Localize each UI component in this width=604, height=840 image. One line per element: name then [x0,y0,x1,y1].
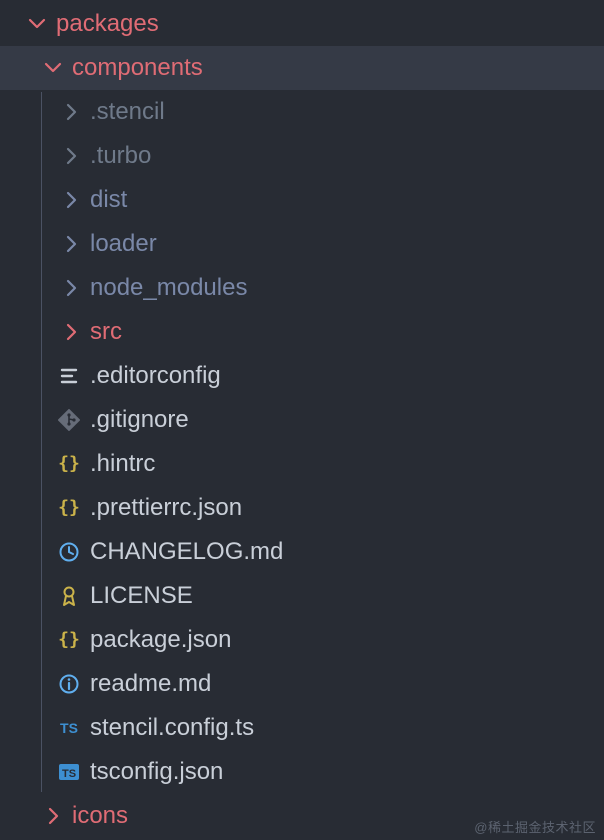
folder-turbo[interactable]: .turbo [0,134,604,178]
license-icon [58,585,80,607]
folder-label: packages [56,10,159,38]
chevron-right-icon [62,279,80,297]
file-gitignore[interactable]: .gitignore [0,398,604,442]
chevron-right-icon [62,235,80,253]
folder-label: node_modules [90,274,247,302]
git-icon [58,409,80,431]
file-hintrc[interactable]: .hintrc [0,442,604,486]
typescript-icon [58,717,80,739]
tsconfig-icon [58,761,80,783]
info-icon [58,673,80,695]
file-license[interactable]: LICENSE [0,574,604,618]
file-label: stencil.config.ts [90,714,254,742]
folder-label: .stencil [90,98,165,126]
json-icon [58,453,80,475]
json-icon [58,629,80,651]
file-editorconfig[interactable]: .editorconfig [0,354,604,398]
file-label: tsconfig.json [90,758,223,786]
file-label: CHANGELOG.md [90,538,283,566]
folder-label: components [72,54,203,82]
folder-label: icons [72,802,128,830]
chevron-right-icon [62,191,80,209]
file-label: .editorconfig [90,362,221,390]
file-prettierrc[interactable]: .prettierrc.json [0,486,604,530]
file-changelog[interactable]: CHANGELOG.md [0,530,604,574]
folder-packages[interactable]: packages [0,2,604,46]
chevron-right-icon [62,323,80,341]
file-label: .gitignore [90,406,189,434]
clock-icon [58,541,80,563]
json-icon [58,497,80,519]
folder-label: loader [90,230,157,258]
folder-node-modules[interactable]: node_modules [0,266,604,310]
chevron-right-icon [44,807,62,825]
folder-label: src [90,318,122,346]
file-tree: packages components .stencil .turbo dist… [0,0,604,838]
folder-label: .turbo [90,142,151,170]
file-label: .prettierrc.json [90,494,242,522]
folder-label: dist [90,186,127,214]
folder-loader[interactable]: loader [0,222,604,266]
file-label: .hintrc [90,450,155,478]
file-label: readme.md [90,670,211,698]
editorconfig-icon [58,365,80,387]
folder-dist[interactable]: dist [0,178,604,222]
file-stencil-config[interactable]: stencil.config.ts [0,706,604,750]
watermark: @稀土掘金技术社区 [474,817,596,836]
folder-src[interactable]: src [0,310,604,354]
chevron-right-icon [62,147,80,165]
file-readme[interactable]: readme.md [0,662,604,706]
file-label: LICENSE [90,582,193,610]
indent-guide [41,92,42,792]
chevron-down-icon [44,59,62,77]
file-package-json[interactable]: package.json [0,618,604,662]
chevron-right-icon [62,103,80,121]
folder-stencil[interactable]: .stencil [0,90,604,134]
file-label: package.json [90,626,231,654]
chevron-down-icon [28,15,46,33]
folder-components[interactable]: components [0,46,604,90]
file-tsconfig[interactable]: tsconfig.json [0,750,604,794]
